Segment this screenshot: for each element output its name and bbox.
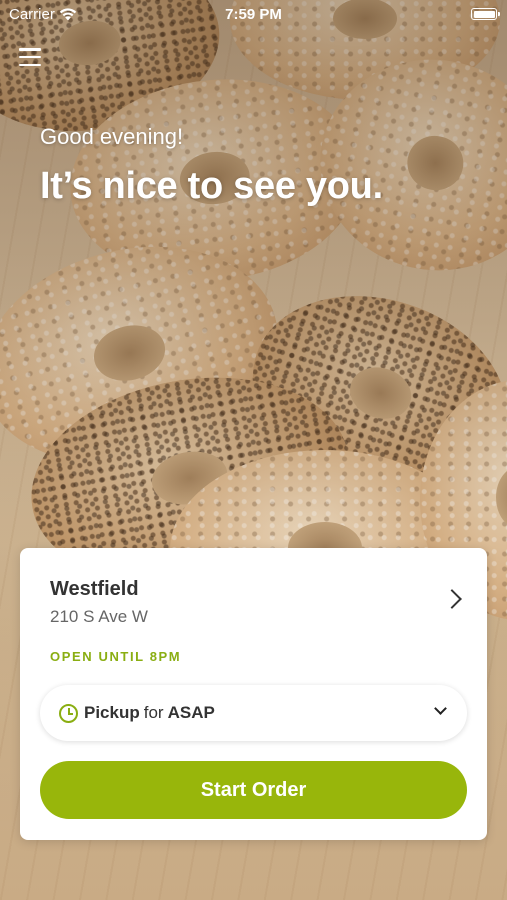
menu-line [19,48,41,51]
greeting-text: Good evening! [40,124,184,149]
clock-time: 7:59 PM [225,6,282,23]
clock-icon [59,703,78,723]
hamburger-menu-icon[interactable] [19,47,41,67]
start-order-button[interactable]: Start Order [40,761,467,819]
menu-line [19,63,41,66]
chevron-down-icon[interactable] [434,702,447,715]
battery-level [473,10,495,18]
order-mode-selector[interactable]: Pickup for ASAP [40,685,467,741]
chevron-right-icon[interactable] [442,589,462,609]
store-name[interactable]: Westfield [50,578,139,601]
order-mode-time: ASAP [167,703,215,722]
store-address[interactable]: 210 S Ave W [50,607,148,627]
status-bar: Carrier 7:59 PM [0,0,507,28]
menu-line [19,55,41,59]
headline-text: It’s nice to see you. [40,165,383,207]
order-mode-label: Pickup for ASAP [84,703,215,723]
order-mode-connector: for [143,703,164,722]
hours-status: OPEN UNTIL 8PM [50,649,182,664]
battery-icon [471,8,500,20]
order-mode-type: Pickup [84,703,140,722]
store-card: Westfield 210 S Ave W OPEN UNTIL 8PM Pic… [20,548,487,840]
